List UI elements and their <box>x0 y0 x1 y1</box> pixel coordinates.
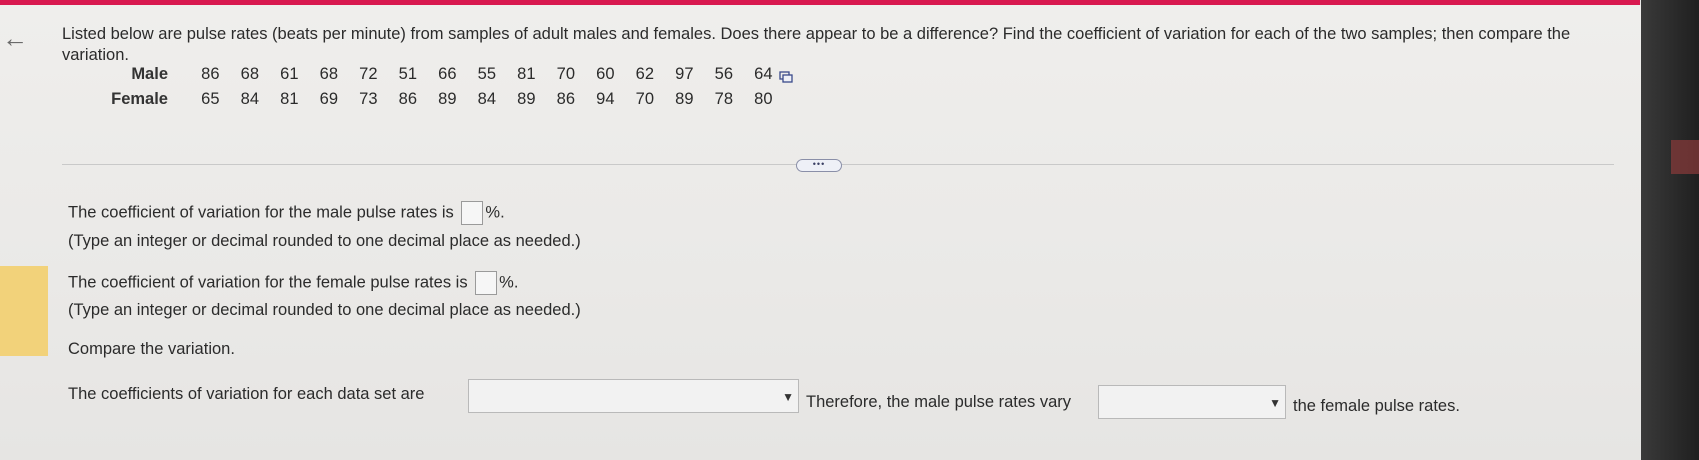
table-row: Male 86 68 61 68 72 51 66 55 81 70 60 62… <box>100 65 812 90</box>
table-cell: 62 <box>635 65 654 83</box>
table-cell: 68 <box>319 65 338 83</box>
copy-icon[interactable] <box>778 69 793 83</box>
table-cell: 65 <box>201 90 220 108</box>
part2-hint: (Type an integer or decimal rounded to o… <box>68 301 581 319</box>
female-cv-input[interactable] <box>475 271 498 295</box>
table-cell: 56 <box>714 65 733 83</box>
table-cell: 94 <box>596 90 615 108</box>
table-cell: 84 <box>477 90 496 108</box>
copy-cell <box>773 65 813 90</box>
question-panel: ← Listed below are pulse rates (beats pe… <box>0 5 1641 460</box>
compare-sentence-1: The coefficients of variation for each d… <box>68 385 425 403</box>
part2-suffix: %. <box>499 273 519 292</box>
table-cell: 84 <box>240 90 259 108</box>
table-cell: 64 <box>754 65 773 83</box>
table-cell: 89 <box>438 90 457 108</box>
table-cell: 61 <box>280 65 299 83</box>
row-label-female: Female <box>111 90 168 108</box>
empty-cell <box>773 90 813 115</box>
table-cell: 72 <box>359 65 378 83</box>
chevron-down-icon: ▼ <box>782 390 794 404</box>
male-cv-input[interactable] <box>461 201 484 225</box>
table-cell: 70 <box>556 65 575 83</box>
table-cell: 68 <box>240 65 259 83</box>
table-cell: 86 <box>201 65 220 83</box>
table-cell: 86 <box>556 90 575 108</box>
table-cell: 51 <box>398 65 417 83</box>
table-cell: 60 <box>596 65 615 83</box>
table-cell: 86 <box>398 90 417 108</box>
part2-prompt: The coefficient of variation for the fem… <box>68 271 518 295</box>
table-cell: 66 <box>438 65 457 83</box>
table-cell: 81 <box>280 90 299 108</box>
table-cell: 97 <box>675 65 694 83</box>
chevron-down-icon: ▼ <box>1269 396 1281 410</box>
variation-dropdown-2[interactable]: ▼ <box>1098 385 1286 419</box>
table-cell: 55 <box>477 65 496 83</box>
current-part-indicator <box>0 266 48 356</box>
more-button[interactable]: ••• <box>796 159 842 172</box>
edge-highlight <box>1671 140 1699 174</box>
screen-edge <box>1641 0 1699 460</box>
table-cell: 69 <box>319 90 338 108</box>
back-arrow-icon[interactable]: ← <box>2 25 28 51</box>
part1-prompt: The coefficient of variation for the mal… <box>68 201 505 225</box>
part1-text: The coefficient of variation for the mal… <box>68 203 454 222</box>
table-cell: 89 <box>517 90 536 108</box>
compare-sentence-2: Therefore, the male pulse rates vary <box>806 393 1072 411</box>
compare-sentence-3: the female pulse rates. <box>1293 397 1460 415</box>
pulse-data-table: Male 86 68 61 68 72 51 66 55 81 70 60 62… <box>100 65 812 115</box>
variation-dropdown-1[interactable]: ▼ <box>468 379 799 413</box>
question-text: Listed below are pulse rates (beats per … <box>62 25 1571 64</box>
part2-text: The coefficient of variation for the fem… <box>68 273 468 292</box>
table-cell: 73 <box>359 90 378 108</box>
table-row: Female 65 84 81 69 73 86 89 84 89 86 94 … <box>100 90 812 115</box>
table-cell: 89 <box>675 90 694 108</box>
table-cell: 80 <box>754 90 773 108</box>
row-label-male: Male <box>131 65 168 83</box>
table-cell: 81 <box>517 65 536 83</box>
table-cell: 70 <box>635 90 654 108</box>
part1-hint: (Type an integer or decimal rounded to o… <box>68 232 581 250</box>
part1-suffix: %. <box>485 203 505 222</box>
compare-label: Compare the variation. <box>68 340 235 358</box>
table-cell: 78 <box>714 90 733 108</box>
